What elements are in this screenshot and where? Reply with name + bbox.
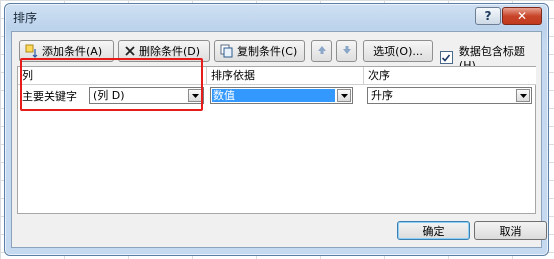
sort-on-select-value: 数值 [212, 89, 335, 102]
delete-condition-label: 删除条件(D) [139, 45, 201, 58]
delete-x-icon [124, 45, 136, 57]
column-header-order: 次序 [364, 67, 536, 85]
help-button[interactable]: ? [475, 7, 501, 25]
add-condition-icon [25, 44, 39, 58]
dropdown-arrow-icon[interactable] [337, 89, 351, 102]
close-button[interactable]: ✕ [502, 7, 542, 25]
move-up-icon [317, 45, 327, 58]
copy-icon [220, 44, 234, 58]
dialog-title: 排序 [13, 11, 38, 25]
ok-button[interactable]: 确定 [397, 221, 470, 240]
close-icon: ✕ [516, 9, 528, 23]
move-down-button[interactable] [336, 40, 357, 62]
move-up-button[interactable] [311, 40, 332, 62]
move-down-icon [342, 45, 352, 58]
header-checkbox[interactable] [440, 51, 453, 64]
sort-dialog: 排序 ? ✕ 添加条件(A) 删除条件(D) 复制条件(C) 选项(O)... … [4, 3, 549, 256]
cancel-label: 取消 [499, 224, 522, 238]
title-bar: 排序 ? ✕ [5, 4, 548, 30]
column-header-sort-on: 排序依据 [207, 67, 364, 85]
options-button[interactable]: 选项(O)... [363, 40, 433, 62]
copy-condition-label: 复制条件(C) [237, 45, 298, 58]
order-select[interactable]: 升序 [367, 87, 532, 104]
ok-label: 确定 [422, 224, 445, 238]
add-condition-label: 添加条件(A) [42, 45, 103, 58]
order-select-value: 升序 [371, 89, 393, 102]
highlight-annotation-box [20, 58, 203, 111]
help-label: ? [484, 9, 492, 23]
sort-on-select[interactable]: 数值 [210, 87, 353, 104]
checkmark-icon [442, 53, 451, 62]
cancel-button[interactable]: 取消 [474, 221, 547, 240]
dropdown-arrow-icon[interactable] [516, 89, 530, 102]
options-label: 选项(O)... [373, 45, 423, 58]
copy-condition-button[interactable]: 复制条件(C) [214, 40, 305, 62]
